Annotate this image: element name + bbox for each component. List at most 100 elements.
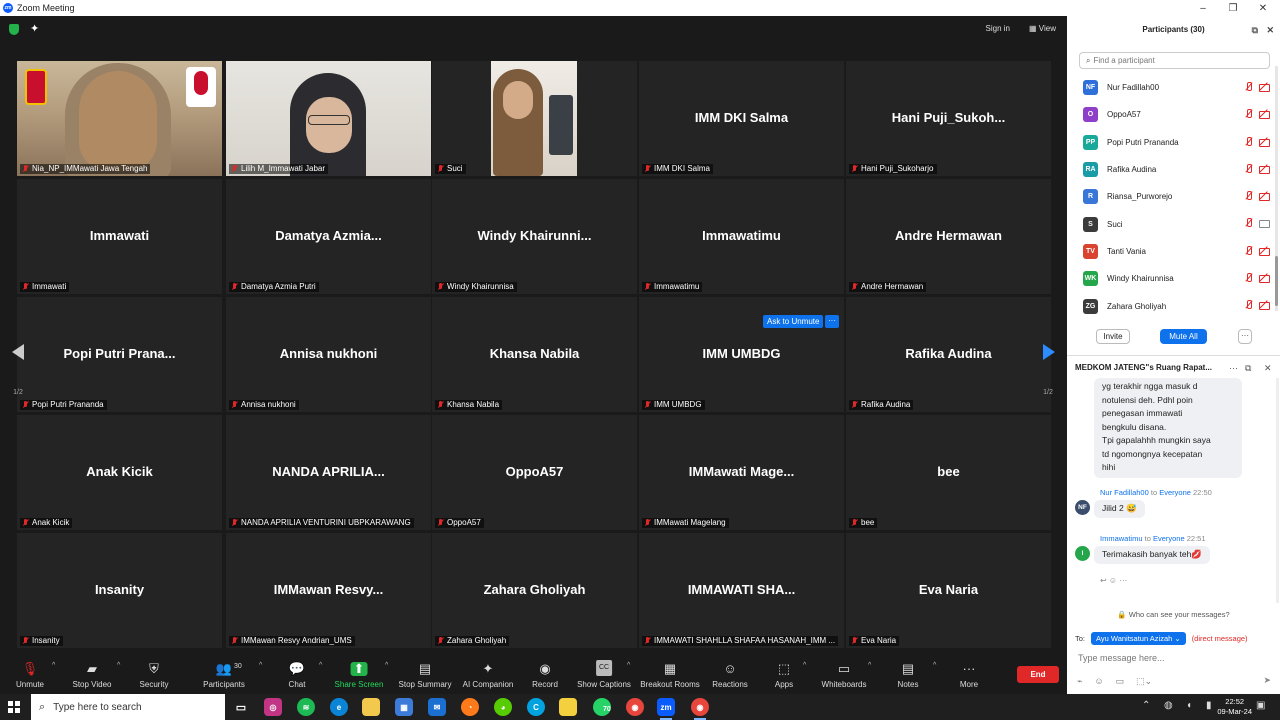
whatsapp-icon[interactable]: 70: [593, 698, 611, 716]
participant-row[interactable]: WK Windy Khairunnisa: [1067, 265, 1272, 292]
stop-video-button[interactable]: ▰ Stop Video: [73, 654, 112, 694]
camera-off-icon[interactable]: [1259, 246, 1270, 256]
view-button[interactable]: ▦ View: [1029, 24, 1056, 33]
firefox-icon[interactable]: ◔: [461, 698, 479, 716]
participant-tile[interactable]: Hani Puji_Sukoh... Hani Puji_Sukoharjo: [846, 61, 1051, 176]
who-can-see-link[interactable]: 🔒 Who can see your messages?: [1067, 610, 1280, 619]
volume-icon[interactable]: ◖: [1186, 700, 1192, 711]
next-page-button[interactable]: 1/2: [1038, 312, 1058, 396]
chevron-up-icon[interactable]: ^: [385, 662, 388, 669]
ai-companion-button[interactable]: ✦ AI Companion: [463, 654, 514, 694]
screenshot-icon[interactable]: ⬚⌄: [1136, 676, 1152, 687]
participant-tile[interactable]: Andre Hermawan Andre Hermawan: [846, 179, 1051, 294]
show-captions-button[interactable]: CC Show Captions: [577, 654, 631, 694]
participant-tile[interactable]: Zahara Gholiyah Zahara Gholiyah: [432, 533, 637, 648]
chevron-up-icon[interactable]: ^: [933, 662, 936, 669]
participant-row[interactable]: PP Popi Putri Prananda: [1067, 129, 1272, 156]
tray-expand-icon[interactable]: ⌃: [1142, 700, 1150, 711]
camera-off-icon[interactable]: [1259, 82, 1270, 92]
chevron-up-icon[interactable]: ^: [259, 662, 262, 669]
participant-tile[interactable]: Khansa Nabila Khansa Nabila: [432, 297, 637, 412]
battery-icon[interactable]: ▮: [1206, 700, 1212, 711]
participant-tile[interactable]: IMMAWATI SHA... IMMAWATI SHAHLLA SHAFAA H…: [639, 533, 844, 648]
notifications-icon[interactable]: ▣: [1256, 700, 1265, 711]
more-button[interactable]: ··· More: [960, 654, 978, 694]
canva-icon[interactable]: C: [527, 698, 545, 716]
participant-tile[interactable]: Annisa nukhoni Annisa nukhoni: [226, 297, 431, 412]
camera-off-icon[interactable]: [1259, 109, 1270, 120]
store-icon[interactable]: ▦: [395, 698, 413, 716]
chat-message-input[interactable]: Type message here...: [1078, 653, 1165, 663]
participant-row[interactable]: S Suci: [1067, 210, 1272, 237]
invite-button[interactable]: Invite: [1096, 329, 1130, 344]
unmute-button[interactable]: 🎙 Unmute: [16, 654, 44, 694]
mic-muted-icon[interactable]: [1244, 82, 1253, 91]
camera-icon[interactable]: [1259, 218, 1270, 229]
close-panel-icon[interactable]: ✕: [1266, 16, 1274, 44]
participant-tile[interactable]: IMMawati Mage... IMMawati Magelang: [639, 415, 844, 530]
send-icon[interactable]: ➤: [1263, 675, 1271, 686]
chrome-icon[interactable]: ◉: [626, 698, 644, 716]
participant-tile[interactable]: Immawatimu Immawatimu: [639, 179, 844, 294]
mic-muted-icon[interactable]: [1244, 273, 1253, 283]
taskbar-search-input[interactable]: ⌕ Type here to search: [31, 694, 225, 720]
participant-tile[interactable]: Suci: [432, 61, 637, 176]
format-icon[interactable]: ⌁: [1077, 676, 1082, 687]
chevron-up-icon[interactable]: ^: [868, 662, 871, 669]
reactions-button[interactable]: ☺ Reactions: [712, 654, 748, 694]
chat-popout-icon[interactable]: ⧉: [1245, 360, 1251, 376]
camera-off-icon[interactable]: [1259, 137, 1270, 147]
sign-in-link[interactable]: Sign in: [986, 24, 1010, 33]
mic-muted-icon[interactable]: [1244, 300, 1253, 310]
maximize-button[interactable]: ❐: [1218, 0, 1248, 16]
duolingo-icon[interactable]: ◕: [494, 698, 512, 716]
spotify-icon[interactable]: ≋: [297, 698, 315, 716]
chevron-up-icon[interactable]: ^: [319, 662, 322, 669]
participant-row[interactable]: NF Nur Fadillah00: [1067, 74, 1272, 101]
participant-tile[interactable]: Windy Khairunni... Windy Khairunnisa: [432, 179, 637, 294]
previous-page-button[interactable]: 1/2: [8, 312, 28, 396]
mic-muted-icon[interactable]: [1244, 109, 1253, 119]
participant-tile[interactable]: Nia_NP_IMMawati Jawa Tengah: [17, 61, 222, 176]
task-view-icon[interactable]: ▭: [232, 698, 250, 716]
chevron-up-icon[interactable]: ^: [52, 662, 55, 669]
mic-muted-icon[interactable]: [1244, 218, 1253, 228]
camera-off-icon[interactable]: [1259, 191, 1270, 202]
file-explorer-icon[interactable]: [362, 698, 380, 716]
participants-more-button[interactable]: ···: [1238, 329, 1252, 344]
breakout-rooms-button[interactable]: ▦ Breakout Rooms: [640, 654, 700, 694]
whiteboards-button[interactable]: ▭ Whiteboards: [822, 654, 867, 694]
end-meeting-button[interactable]: End: [1017, 666, 1059, 683]
sticky-notes-icon[interactable]: [559, 698, 577, 716]
share-screen-button[interactable]: ⬆ Share Screen: [335, 654, 384, 694]
chevron-up-icon[interactable]: ^: [803, 662, 806, 669]
chrome-icon[interactable]: ◉: [691, 698, 709, 720]
participant-tile[interactable]: Popi Putri Prana... Popi Putri Prananda: [17, 297, 222, 412]
participant-tile[interactable]: bee bee: [846, 415, 1051, 530]
participant-tile[interactable]: Damatya Azmia... Damatya Azmia Putri: [226, 179, 431, 294]
participant-scrollbar[interactable]: [1275, 66, 1278, 311]
mic-muted-icon[interactable]: [1244, 163, 1253, 173]
chat-scrollbar[interactable]: [1276, 378, 1279, 603]
mail-icon[interactable]: ✉: [428, 698, 446, 716]
participant-tile[interactable]: Insanity Insanity: [17, 533, 222, 648]
emoji-icon[interactable]: ☺: [1094, 676, 1103, 687]
edge-icon[interactable]: e: [330, 698, 348, 716]
ask-to-unmute-button[interactable]: Ask to Unmute: [763, 315, 824, 328]
apps-button[interactable]: ⬚ Apps: [775, 654, 793, 694]
camera-off-icon[interactable]: [1259, 273, 1270, 284]
chevron-up-icon[interactable]: ^: [117, 662, 120, 669]
participant-tile[interactable]: Eva Naria Eva Naria: [846, 533, 1051, 648]
tile-more-button[interactable]: ···: [825, 315, 839, 328]
ai-sparkle-icon[interactable]: ✦: [30, 22, 39, 35]
participant-tile[interactable]: IMM DKI Salma IMM DKI Salma: [639, 61, 844, 176]
encryption-shield-icon[interactable]: [9, 24, 19, 35]
participant-tile[interactable]: IMMawan Resvy... IMMawan Resvy Andrian_UM…: [226, 533, 431, 648]
instagram-icon[interactable]: ◎: [264, 698, 282, 716]
chat-more-icon[interactable]: ···: [1229, 360, 1238, 376]
chat-close-icon[interactable]: ✕: [1264, 360, 1272, 376]
participant-row[interactable]: TV Tanti Vania: [1067, 238, 1272, 265]
message-actions[interactable]: ↩ ☺ ···: [1100, 576, 1127, 585]
participant-tile[interactable]: Immawati Immawati: [17, 179, 222, 294]
participant-search-input[interactable]: ⌕ Find a participant: [1079, 52, 1270, 69]
